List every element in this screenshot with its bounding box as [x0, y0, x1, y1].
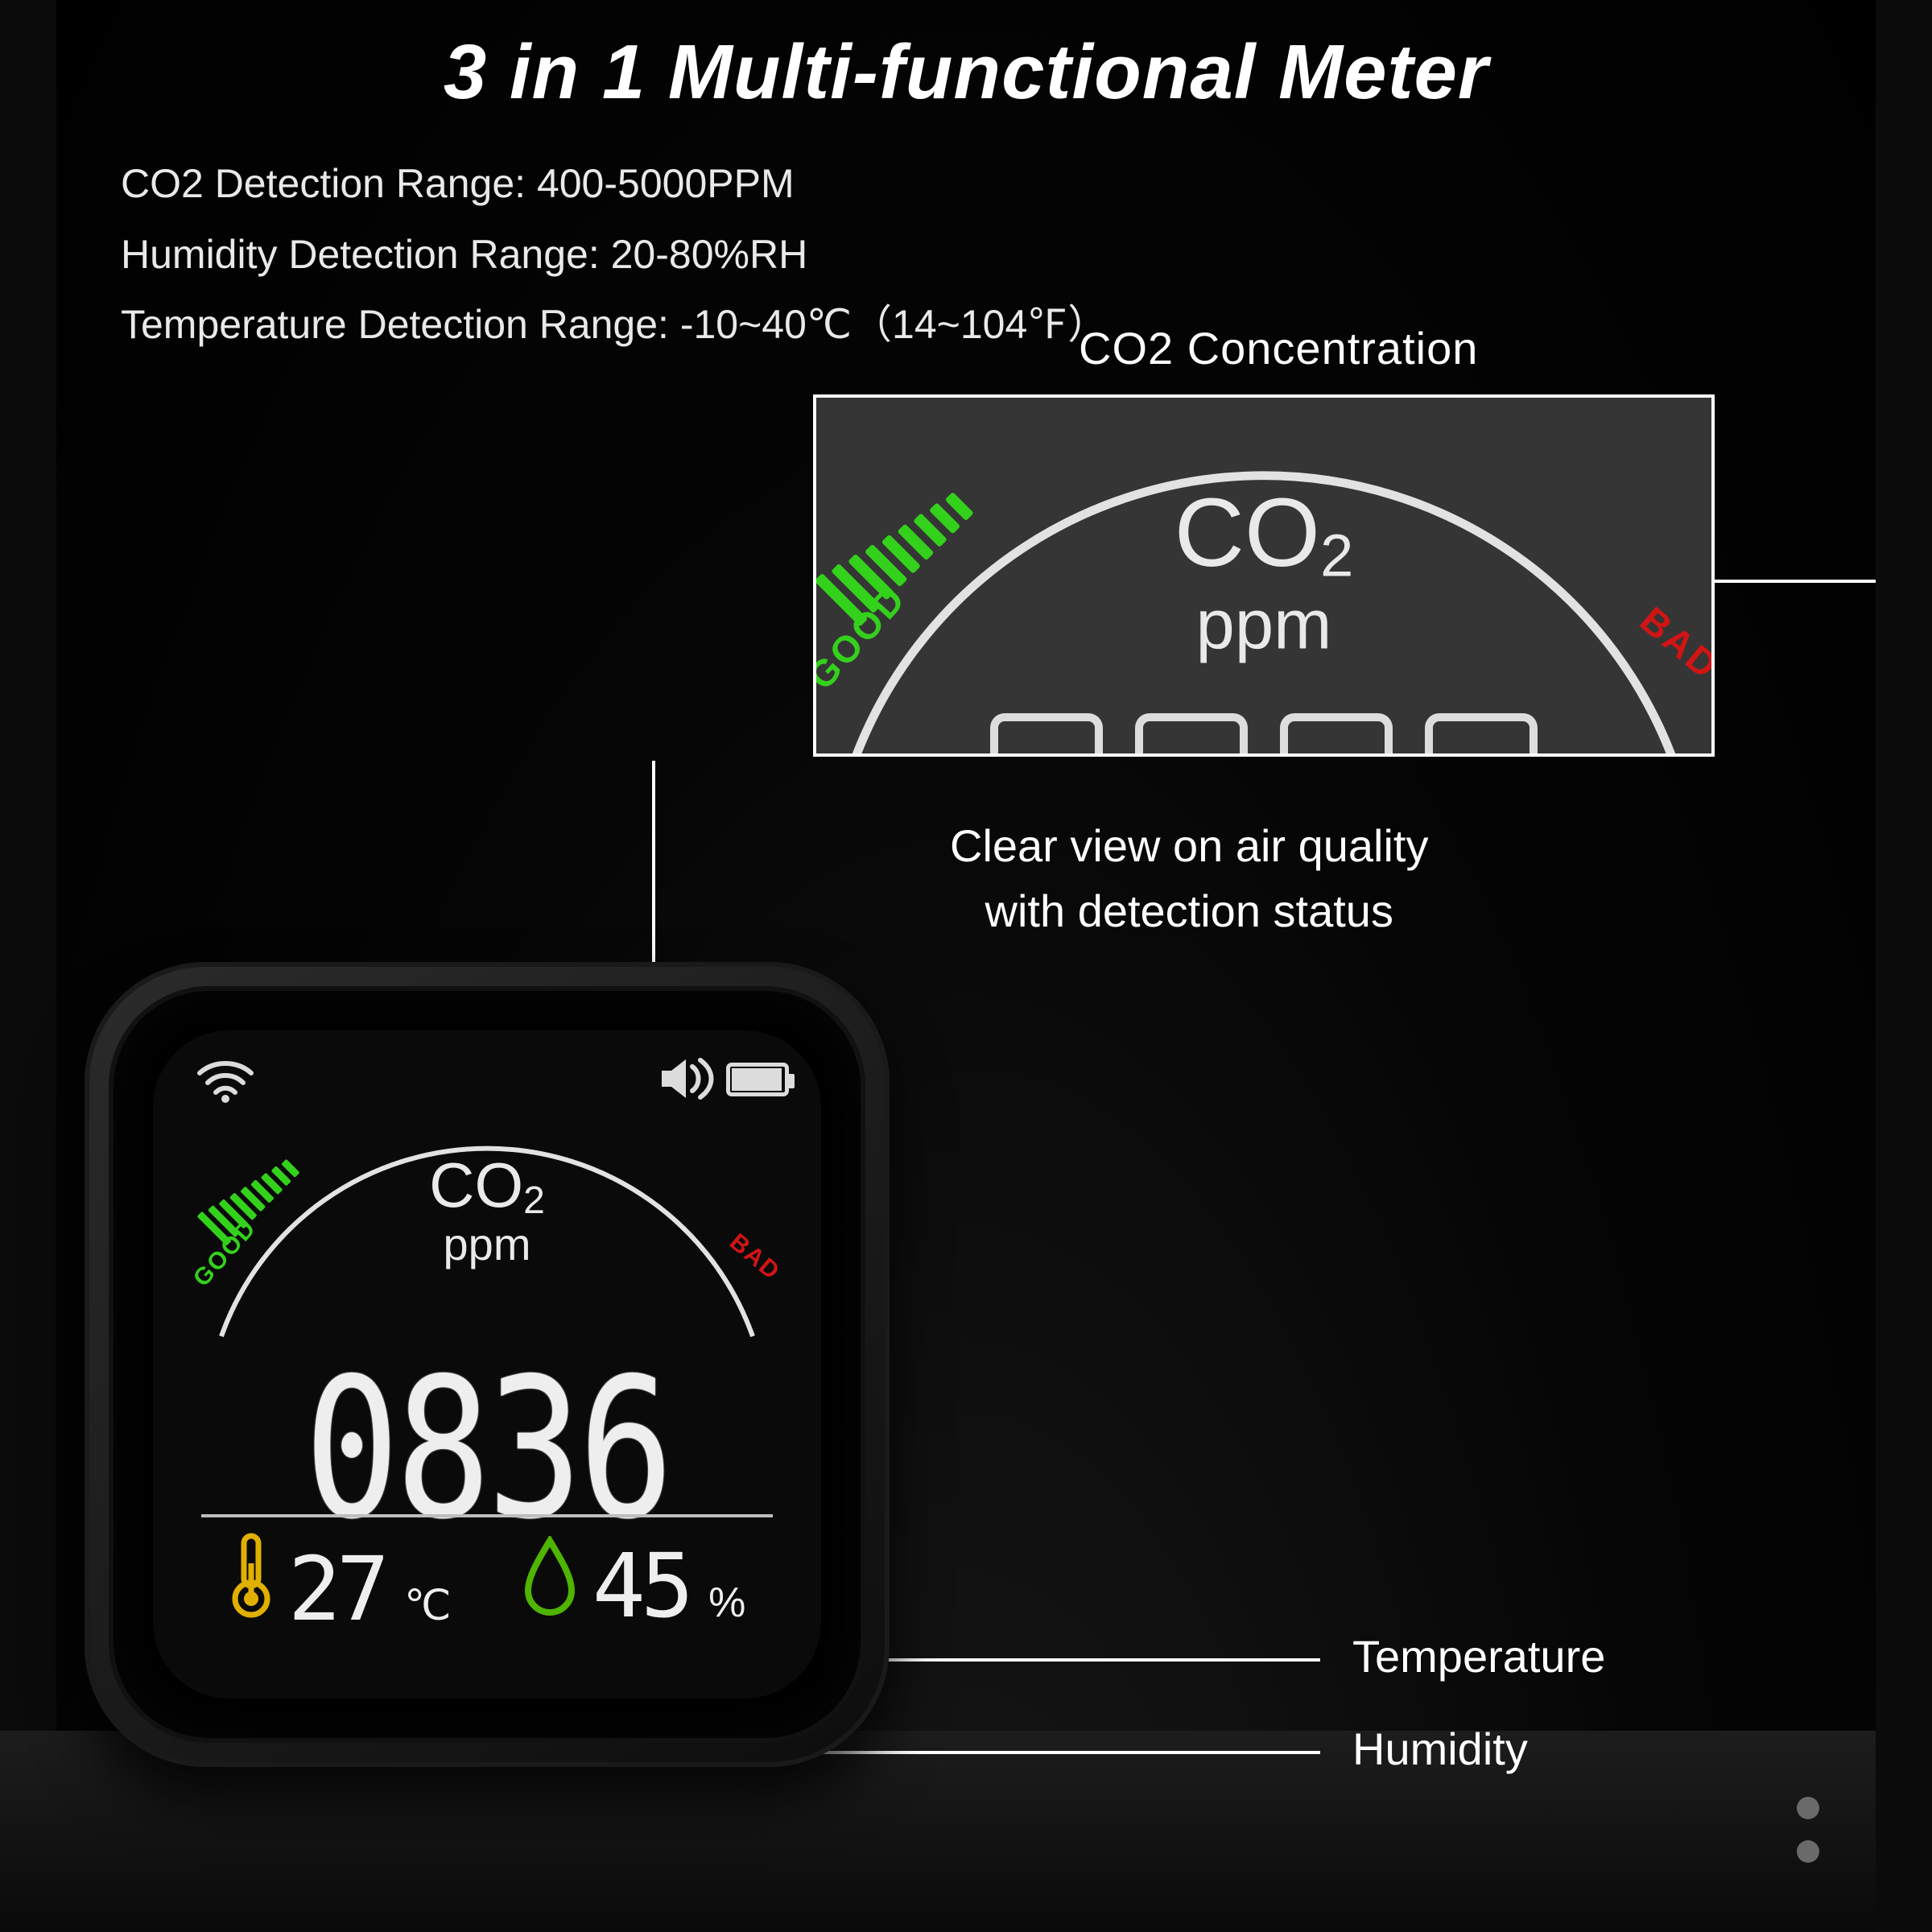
spec-humidity: Humidity Detection Range: 20-80%RH: [121, 220, 1108, 291]
temperature-readout: 27 ℃: [229, 1531, 452, 1641]
spec-list: CO2 Detection Range: 400-5000PPM Humidit…: [121, 149, 1108, 361]
callout-co2-subtitle: Clear view on air quality with detection…: [950, 813, 1428, 943]
thermometer-icon: [229, 1531, 274, 1620]
connector-line: [1715, 580, 1908, 583]
device-bezel: CO2 ppm GOOD BAD 0836: [109, 986, 865, 1743]
temperature-value: 27: [288, 1538, 385, 1641]
gauge-co2-label: CO2 ppm: [1174, 486, 1354, 657]
humidity-unit: %: [708, 1579, 745, 1627]
speaker-icon: [658, 1055, 716, 1103]
product-infographic: 3 in 1 Multi-functional Meter CO2 Detect…: [0, 0, 1932, 1932]
bottom-readouts: 27 ℃ 45 %: [153, 1521, 821, 1650]
callout-co2-title: CO2 Concentration: [1079, 322, 1478, 374]
gauge-arc-zoom: CO2 ppm GOOD BAD: [815, 430, 1713, 757]
co2-zoom-inset: CO2 ppm GOOD BAD: [813, 394, 1715, 757]
connector-line: [1904, 346, 1907, 584]
spec-co2: CO2 Detection Range: 400-5000PPM: [121, 149, 1108, 220]
pagination-dots: [1797, 1776, 1819, 1884]
temperature-unit: ℃: [404, 1582, 451, 1630]
humidity-readout: 45 %: [522, 1534, 746, 1637]
wifi-icon: [197, 1059, 254, 1103]
page-title: 3 in 1 Multi-functional Meter: [0, 28, 1932, 117]
device-screen: CO2 ppm GOOD BAD 0836: [153, 1030, 821, 1699]
gauge-arc: CO2 ppm GOOD BAD: [197, 1119, 777, 1360]
callout-humidity: Humidity: [1352, 1723, 1528, 1775]
callout-temperature: Temperature: [1352, 1630, 1605, 1682]
battery-icon: [726, 1063, 789, 1096]
meter-device: CO2 ppm GOOD BAD 0836: [85, 962, 890, 1767]
digit-tops-icon: [990, 713, 1538, 757]
spec-temperature: Temperature Detection Range: -10~40℃（14~…: [121, 290, 1108, 361]
gauge-co2-label: CO2 ppm: [429, 1155, 545, 1265]
divider-line: [201, 1514, 773, 1517]
humidity-value: 45: [592, 1534, 689, 1637]
droplet-icon: [522, 1536, 578, 1616]
